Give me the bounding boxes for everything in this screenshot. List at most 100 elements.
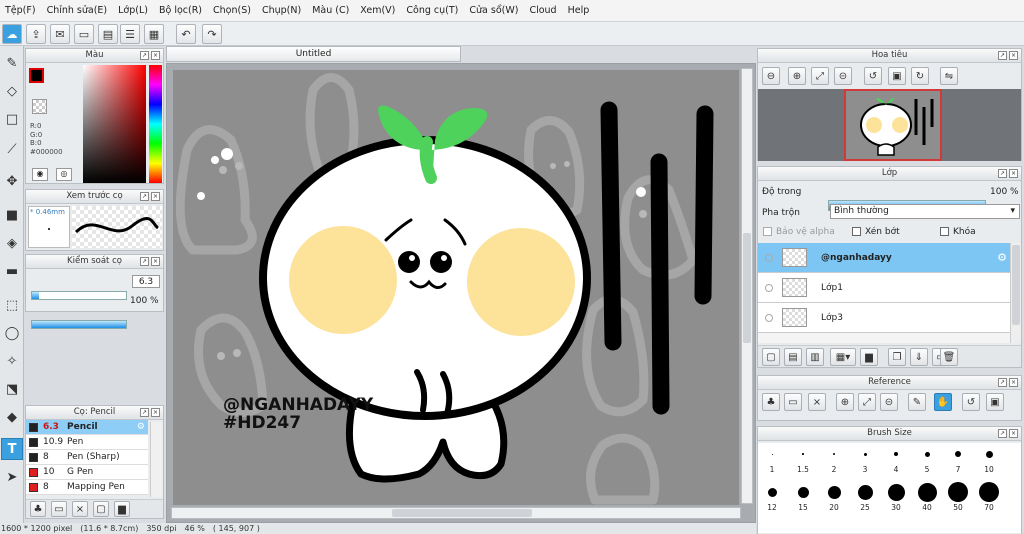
document-icon[interactable]: ▤ [98, 24, 118, 44]
copy-layer-icon[interactable]: ❐ [888, 348, 906, 366]
brush-size-cell[interactable]: 10 [974, 443, 1004, 479]
menu-item-4[interactable]: Chọn(S) [208, 5, 257, 16]
brush-size-cell[interactable]: 70 [974, 481, 1004, 517]
line-tool-icon[interactable]: ⟋ [1, 138, 23, 160]
layer-visibility-icon[interactable] [765, 283, 773, 292]
zoom-in-icon[interactable]: ⊕ [788, 67, 806, 85]
select-rect-icon[interactable]: □ [1, 108, 23, 130]
layer-visibility-icon[interactable] [765, 253, 773, 262]
menu-item-6[interactable]: Màu (C) [307, 5, 355, 16]
export-icon[interactable]: ⇪ [26, 24, 46, 44]
new-folder-icon[interactable]: ▆ [860, 348, 878, 366]
brush-size-cell[interactable]: 1 [757, 443, 787, 479]
delete-brush-icon[interactable]: × [72, 501, 88, 517]
fill-rect-icon[interactable]: ■ [1, 204, 23, 226]
close-icon[interactable]: × [1009, 169, 1018, 178]
cloud-icon[interactable]: ☁ [2, 24, 22, 44]
brush-size-input[interactable]: 6.3 [132, 275, 160, 288]
magic-wand-icon[interactable]: ✧ [1, 350, 23, 372]
float-icon[interactable]: ↗ [998, 429, 1007, 438]
brush-size-cell[interactable]: 20 [819, 481, 849, 517]
grid-icon[interactable]: ▦ [144, 24, 164, 44]
lock-checkbox[interactable] [940, 227, 949, 236]
lasso-icon[interactable]: ◯ [1, 322, 23, 344]
brush-size-cell[interactable]: 4 [881, 443, 911, 479]
reference-open-icon[interactable]: ▭ [784, 393, 802, 411]
fit-view-icon[interactable]: ⤢ [811, 67, 829, 85]
float-icon[interactable]: ↗ [998, 51, 1007, 60]
reference-rotate-icon[interactable]: ↺ [962, 393, 980, 411]
brush-list-item[interactable]: 10.9 Pen [26, 435, 148, 450]
folder-open-icon[interactable]: ▭ [51, 501, 67, 517]
brush-list-item[interactable]: 6.3 Pencil ⚙ [26, 420, 148, 435]
protect-alpha-checkbox[interactable] [763, 227, 772, 236]
document-tab[interactable]: Untitled [166, 46, 461, 62]
rotate-right-icon[interactable]: ↻ [911, 67, 929, 85]
float-icon[interactable]: ↗ [140, 192, 149, 201]
horizontal-scroll-thumb[interactable] [392, 509, 532, 517]
zoom-out-icon[interactable]: ⊖ [762, 67, 780, 85]
menu-item-2[interactable]: Lớp(L) [113, 5, 154, 16]
menu-item-3[interactable]: Bộ lọc(R) [154, 5, 208, 16]
close-icon[interactable]: × [1009, 51, 1018, 60]
canvas[interactable]: @NGANHADAYY #HD247 [173, 70, 739, 505]
brush-list-item[interactable]: 8 Pen (Sharp) [26, 450, 148, 465]
operation-tool-icon[interactable]: ➤ [1, 466, 23, 488]
reference-zoom-out-icon[interactable]: ⊝ [880, 393, 898, 411]
float-icon[interactable]: ↗ [140, 51, 149, 60]
close-icon[interactable]: × [1009, 429, 1018, 438]
brush-list-scrollbar[interactable] [150, 422, 162, 497]
eyedropper-icon[interactable]: ✎ [908, 393, 926, 411]
flip-icon[interactable]: ⇋ [940, 67, 958, 85]
float-icon[interactable]: ↗ [998, 378, 1007, 387]
brush-size-cell[interactable]: 1.5 [788, 443, 818, 479]
menu-item-5[interactable]: Chụp(N) [257, 5, 307, 16]
brush-size-cell[interactable]: 12 [757, 481, 787, 517]
zoom-search-icon[interactable]: ⊝ [834, 67, 852, 85]
float-icon[interactable]: ↗ [140, 408, 149, 417]
move-tool-icon[interactable]: ✥ [1, 170, 23, 192]
menu-item-8[interactable]: Công cụ(T) [401, 5, 464, 16]
brush-list-item[interactable]: 10 G Pen [26, 465, 148, 480]
menu-item-10[interactable]: Cloud [524, 5, 562, 16]
brush-tool-icon[interactable]: ✎ [1, 52, 23, 74]
reference-reset-icon[interactable]: ▣ [986, 393, 1004, 411]
close-icon[interactable]: × [1009, 378, 1018, 387]
new-layer-icon[interactable]: ▢ [762, 348, 780, 366]
eraser-tool-icon[interactable]: ◇ [1, 80, 23, 102]
reference-fit-icon[interactable]: ⤢ [858, 393, 876, 411]
new-halftone-layer-icon[interactable]: ▥ [806, 348, 824, 366]
color-wheel-icon[interactable]: ◉ [32, 168, 48, 181]
new-vector-layer-icon[interactable]: ▤ [784, 348, 802, 366]
menu-item-9[interactable]: Cửa sổ(W) [464, 5, 524, 16]
reference-zoom-in-icon[interactable]: ⊕ [836, 393, 854, 411]
chat-icon[interactable]: ✉ [50, 24, 70, 44]
merge-down-icon[interactable]: ⇓ [910, 348, 928, 366]
float-icon[interactable]: ↗ [998, 169, 1007, 178]
hue-slider[interactable] [149, 65, 162, 183]
add-brush-icon[interactable]: ♣ [30, 501, 46, 517]
select-eraser-icon[interactable]: ◆ [1, 406, 23, 428]
layer-list-scrollbar[interactable] [1010, 243, 1021, 343]
brush-size-cell[interactable]: 2 [819, 443, 849, 479]
clipping-checkbox[interactable] [852, 227, 861, 236]
saturation-value-picker[interactable] [83, 65, 146, 183]
brush-size-cell[interactable]: 30 [881, 481, 911, 517]
blend-mode-select[interactable]: Bình thường ▾ [830, 204, 1020, 219]
brush-size-cell[interactable]: 40 [912, 481, 942, 517]
brush-settings-icon[interactable]: ▢ [93, 501, 109, 517]
layer-row[interactable]: Lớp1 [758, 273, 1010, 303]
select-pen-icon[interactable]: ⬔ [1, 378, 23, 400]
comment-icon[interactable]: ▭ [74, 24, 94, 44]
rotate-left-icon[interactable]: ↺ [864, 67, 882, 85]
close-icon[interactable]: × [151, 257, 160, 266]
delete-layer-icon[interactable]: 🗑 [940, 348, 958, 366]
layer-row[interactable]: Lớp3 [758, 303, 1010, 333]
menu-item-11[interactable]: Help [563, 5, 596, 16]
hand-tool-icon[interactable]: ✋ [934, 393, 952, 411]
menu-item-1[interactable]: Chỉnh sửa(E) [42, 5, 114, 16]
close-icon[interactable]: × [151, 192, 160, 201]
brush-size-slider[interactable] [31, 291, 127, 300]
brush-list-item[interactable]: 8 Mapping Pen [26, 480, 148, 495]
redo-icon[interactable]: ↷ [202, 24, 222, 44]
